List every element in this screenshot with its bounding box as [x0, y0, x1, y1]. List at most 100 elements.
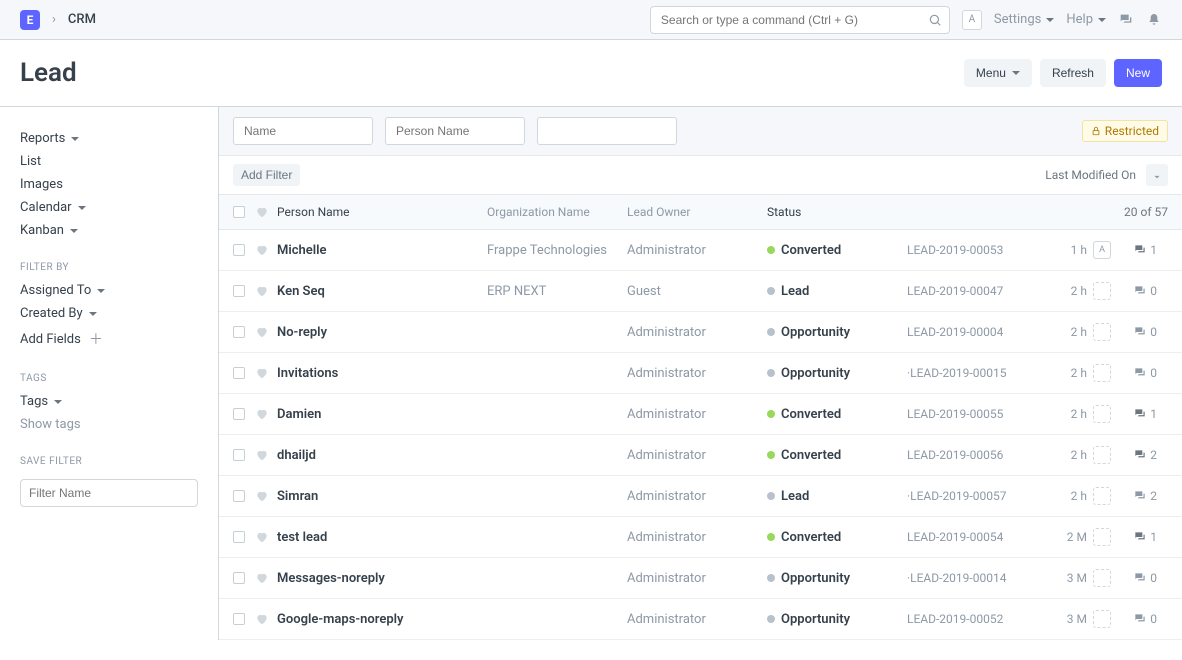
- heart-icon[interactable]: [255, 612, 277, 626]
- heart-icon[interactable]: [255, 571, 277, 585]
- chat-icon[interactable]: [1118, 12, 1134, 28]
- row-id: LEAD-2019-00054: [907, 530, 1047, 544]
- col-person-name: Person Name: [277, 205, 487, 219]
- row-comments[interactable]: 1: [1117, 407, 1157, 421]
- breadcrumb[interactable]: CRM: [68, 12, 96, 27]
- row-owner: Administrator: [627, 243, 767, 258]
- filter-name-input[interactable]: [20, 479, 198, 507]
- user-avatar[interactable]: A: [962, 10, 982, 30]
- heart-icon[interactable]: [255, 489, 277, 503]
- filter-by-created-by[interactable]: Created By: [20, 302, 198, 325]
- sort-direction-toggle[interactable]: [1146, 164, 1168, 186]
- name-filter-input[interactable]: [233, 117, 373, 145]
- status-dot: [767, 328, 775, 336]
- blank-filter-input[interactable]: [537, 117, 677, 145]
- caret-down-icon: [78, 206, 86, 210]
- row-comments[interactable]: 0: [1117, 366, 1157, 380]
- row-checkbox[interactable]: [233, 408, 245, 420]
- assignee-avatar[interactable]: [1093, 487, 1111, 505]
- topbar: E › CRM A Settings Help: [0, 0, 1182, 40]
- comment-icon: [1133, 530, 1147, 544]
- row-checkbox[interactable]: [233, 490, 245, 502]
- add-filter-button[interactable]: Add Filter: [233, 164, 300, 186]
- row-comments[interactable]: 0: [1117, 325, 1157, 339]
- global-search[interactable]: [650, 6, 950, 34]
- heart-icon[interactable]: [255, 284, 277, 298]
- tags-dropdown[interactable]: Tags: [20, 390, 198, 413]
- col-lead-owner: Lead Owner: [627, 205, 767, 219]
- heart-icon[interactable]: [255, 366, 277, 380]
- heart-icon[interactable]: [255, 530, 277, 544]
- row-checkbox[interactable]: [233, 244, 245, 256]
- show-tags-button[interactable]: Show tags: [20, 413, 198, 436]
- table-row[interactable]: Ken SeqERP NEXTGuestLeadLEAD-2019-000472…: [219, 271, 1182, 312]
- row-checkbox[interactable]: [233, 572, 245, 584]
- filter-by-assigned-to[interactable]: Assigned To: [20, 279, 198, 302]
- row-checkbox[interactable]: [233, 449, 245, 461]
- assignee-avatar[interactable]: [1093, 528, 1111, 546]
- row-time: 2 M: [1047, 530, 1087, 544]
- row-owner: Administrator: [627, 489, 767, 504]
- table-row[interactable]: DamienAdministratorConvertedLEAD-2019-00…: [219, 394, 1182, 435]
- table-row[interactable]: test leadAdministratorConvertedLEAD-2019…: [219, 517, 1182, 558]
- bell-icon[interactable]: [1146, 12, 1162, 28]
- row-comments[interactable]: 2: [1117, 448, 1157, 462]
- assignee-avatar[interactable]: [1093, 610, 1111, 628]
- sidebar-item-reports[interactable]: Reports: [20, 127, 198, 150]
- row-status: Converted: [767, 448, 907, 463]
- assignee-avatar[interactable]: [1093, 405, 1111, 423]
- help-link[interactable]: Help: [1066, 12, 1106, 27]
- table-row[interactable]: Messages-noreplyAdministratorOpportunity…: [219, 558, 1182, 599]
- row-comments[interactable]: 2: [1117, 489, 1157, 503]
- row-comments[interactable]: 1: [1117, 530, 1157, 544]
- assignee-avatar[interactable]: [1093, 323, 1111, 341]
- person-name-filter-input[interactable]: [385, 117, 525, 145]
- table-row[interactable]: InvitationsAdministratorOpportunity·LEAD…: [219, 353, 1182, 394]
- assignee-avatar[interactable]: A: [1093, 241, 1111, 259]
- new-button[interactable]: New: [1114, 59, 1162, 87]
- sidebar-item-images[interactable]: Images: [20, 173, 198, 196]
- comment-icon: [1133, 571, 1147, 585]
- table-row[interactable]: No-replyAdministratorOpportunityLEAD-201…: [219, 312, 1182, 353]
- select-all-checkbox[interactable]: [233, 206, 245, 218]
- table-row[interactable]: MichelleFrappe TechnologiesAdministrator…: [219, 230, 1182, 271]
- heart-icon[interactable]: [255, 325, 277, 339]
- row-checkbox[interactable]: [233, 367, 245, 379]
- app-logo[interactable]: E: [20, 10, 40, 30]
- row-checkbox[interactable]: [233, 613, 245, 625]
- row-comments[interactable]: 0: [1117, 612, 1157, 626]
- sidebar-item-kanban[interactable]: Kanban: [20, 219, 198, 242]
- chevron-right-icon: ›: [52, 12, 56, 27]
- assignee-avatar[interactable]: [1093, 364, 1111, 382]
- heart-icon[interactable]: [255, 407, 277, 421]
- sidebar-item-list[interactable]: List: [20, 150, 198, 173]
- col-org-name: Organization Name: [487, 205, 627, 219]
- row-time: 3 M: [1047, 612, 1087, 626]
- restricted-badge[interactable]: Restricted: [1082, 120, 1168, 142]
- add-fields-button[interactable]: Add Fields＋: [20, 325, 198, 353]
- assignee-avatar[interactable]: [1093, 569, 1111, 587]
- sidebar-item-calendar[interactable]: Calendar: [20, 196, 198, 219]
- row-checkbox[interactable]: [233, 285, 245, 297]
- heart-icon[interactable]: [255, 243, 277, 257]
- sort-by-label[interactable]: Last Modified On: [1045, 168, 1146, 182]
- row-comments[interactable]: 0: [1117, 571, 1157, 585]
- heart-icon[interactable]: [255, 448, 277, 462]
- assignee-avatar[interactable]: [1093, 282, 1111, 300]
- assignee-avatar[interactable]: [1093, 446, 1111, 464]
- table-row[interactable]: dhailjdAdministratorConvertedLEAD-2019-0…: [219, 435, 1182, 476]
- row-checkbox[interactable]: [233, 326, 245, 338]
- row-comments[interactable]: 0: [1117, 284, 1157, 298]
- caret-down-icon: [89, 312, 97, 316]
- status-dot: [767, 574, 775, 582]
- refresh-button[interactable]: Refresh: [1040, 59, 1106, 87]
- row-checkbox[interactable]: [233, 531, 245, 543]
- menu-button[interactable]: Menu: [964, 59, 1032, 87]
- row-owner: Administrator: [627, 407, 767, 422]
- row-status: Opportunity: [767, 571, 907, 586]
- row-comments[interactable]: 1: [1117, 243, 1157, 257]
- search-input[interactable]: [650, 6, 950, 34]
- settings-link[interactable]: Settings: [994, 12, 1054, 27]
- table-row[interactable]: Google-maps-noreplyAdministratorOpportun…: [219, 599, 1182, 640]
- table-row[interactable]: SimranAdministratorLead·LEAD-2019-000572…: [219, 476, 1182, 517]
